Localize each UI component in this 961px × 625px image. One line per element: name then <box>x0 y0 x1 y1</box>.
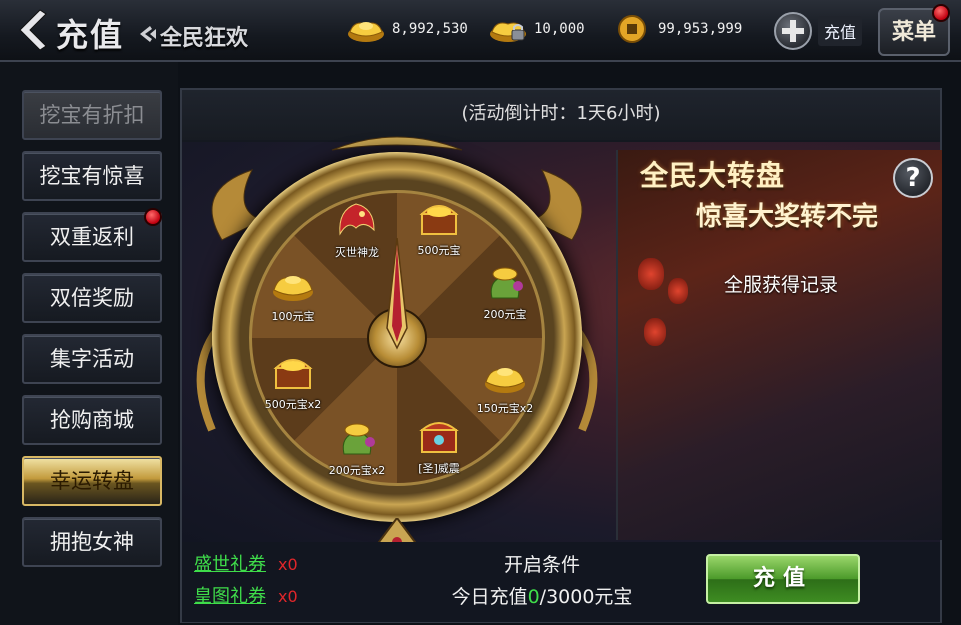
wheel-pointer-icon <box>386 238 408 350</box>
top-bar: 充值 全民狂欢 8,992,530 10,000 99,953,999 充值 菜… <box>0 0 961 62</box>
gold-ingot-icon <box>348 22 384 42</box>
condition-suffix: /3000元宝 <box>539 586 633 608</box>
unlock-condition-title: 开启条件 <box>503 554 580 576</box>
subtitle-chevron-icon <box>140 26 156 42</box>
top-recharge-button[interactable]: 充值 <box>774 10 866 52</box>
back-arrow-icon[interactable] <box>14 8 48 52</box>
voucher-link[interactable]: 皇图礼券 <box>194 586 266 607</box>
coin-amount: 99,953,999 <box>658 21 743 37</box>
gold-ingot-icon <box>273 276 313 301</box>
server-records-link[interactable]: 全服获得记录 <box>618 270 944 297</box>
sidebar-item-double-reward[interactable]: 双倍奖励 <box>22 273 162 323</box>
prize-slot: 100元宝 <box>248 264 338 324</box>
prize-label: 200元宝x2 <box>328 464 386 477</box>
voucher-count: x0 <box>278 587 298 606</box>
promo-subtitle: 惊喜大奖转不完 <box>696 202 879 232</box>
ingot-bag-icon <box>342 423 375 455</box>
voucher-row: 盛世礼券 x0 <box>194 550 298 576</box>
prize-slot: 200元宝 <box>460 262 550 322</box>
unlock-condition-text: 今日充值0/3000元宝 <box>382 582 702 609</box>
voucher-count: x0 <box>278 555 298 574</box>
voucher-row: 皇图礼券 x0 <box>194 582 298 608</box>
prize-label: [圣]威震 <box>418 462 460 475</box>
prize-label: 500元宝x2 <box>264 398 322 411</box>
promo-panel: 全民大转盘 惊喜大奖转不完 ? 全服获得记录 <box>616 150 942 540</box>
sidebar-item-embrace-goddess[interactable]: 拥抱女神 <box>22 517 162 567</box>
condition-current: 0 <box>527 586 540 608</box>
recharge-button[interactable]: 充值 <box>706 554 860 604</box>
prize-label: 100元宝 <box>271 310 315 323</box>
treasure-chest-icon <box>419 205 459 235</box>
prize-label: 200元宝 <box>483 308 527 321</box>
help-button[interactable]: ? <box>893 158 933 198</box>
voucher-link[interactable]: 盛世礼券 <box>194 554 266 575</box>
sidebar-item-lucky-wheel[interactable]: 幸运转盘 <box>22 456 162 506</box>
gold-ingot-icon <box>485 368 525 393</box>
lantern-decoration <box>644 318 666 346</box>
locked-gold-ingot-icon <box>490 22 526 42</box>
promo-title: 全民大转盘 <box>640 159 786 192</box>
sidebar-item-dig-surprise[interactable]: 挖宝有惊喜 <box>22 151 162 201</box>
treasure-chest-icon <box>273 359 313 389</box>
prize-slot: 150元宝x2 <box>460 356 550 416</box>
main-panel: (活动倒计时：1天6小时) 灭世神龙 500元宝 200元宝 150元宝x2 [… <box>180 88 942 623</box>
prize-slot: 200元宝x2 <box>312 418 402 478</box>
notification-dot <box>144 208 162 226</box>
currency-locked-gold: 10,000 <box>488 14 585 44</box>
sidebar-item-double-rebate[interactable]: 双重返利 <box>22 212 162 262</box>
prize-slot: [圣]威震 <box>394 416 484 476</box>
copper-coin-icon <box>618 15 646 43</box>
currency-gold: 8,992,530 <box>346 14 468 44</box>
top-recharge-label: 充值 <box>818 16 863 46</box>
page-title: 充值 <box>56 16 125 54</box>
sidebar-item-dig-discount[interactable]: 挖宝有折扣 <box>22 90 162 140</box>
ingot-bag-icon <box>490 267 523 299</box>
plus-icon <box>774 12 812 50</box>
locked-gold-amount: 10,000 <box>534 21 585 37</box>
lucky-wheel: 灭世神龙 500元宝 200元宝 150元宝x2 [圣]威震 200元宝x2 5… <box>182 130 622 570</box>
prize-label: 150元宝x2 <box>476 402 534 415</box>
gold-amount: 8,992,530 <box>392 21 468 37</box>
condition-prefix: 今日充值 <box>451 586 528 608</box>
dragon-icon <box>339 203 375 236</box>
sidebar-item-collect-words[interactable]: 集字活动 <box>22 334 162 384</box>
currency-coin: 99,953,999 <box>612 14 742 44</box>
page-subtitle: 全民狂欢 <box>160 25 249 51</box>
notification-dot <box>932 4 950 22</box>
prize-slot: 500元宝x2 <box>248 352 338 412</box>
treasure-chest-icon <box>419 422 459 453</box>
sidebar-item-flash-shop[interactable]: 抢购商城 <box>22 395 162 445</box>
